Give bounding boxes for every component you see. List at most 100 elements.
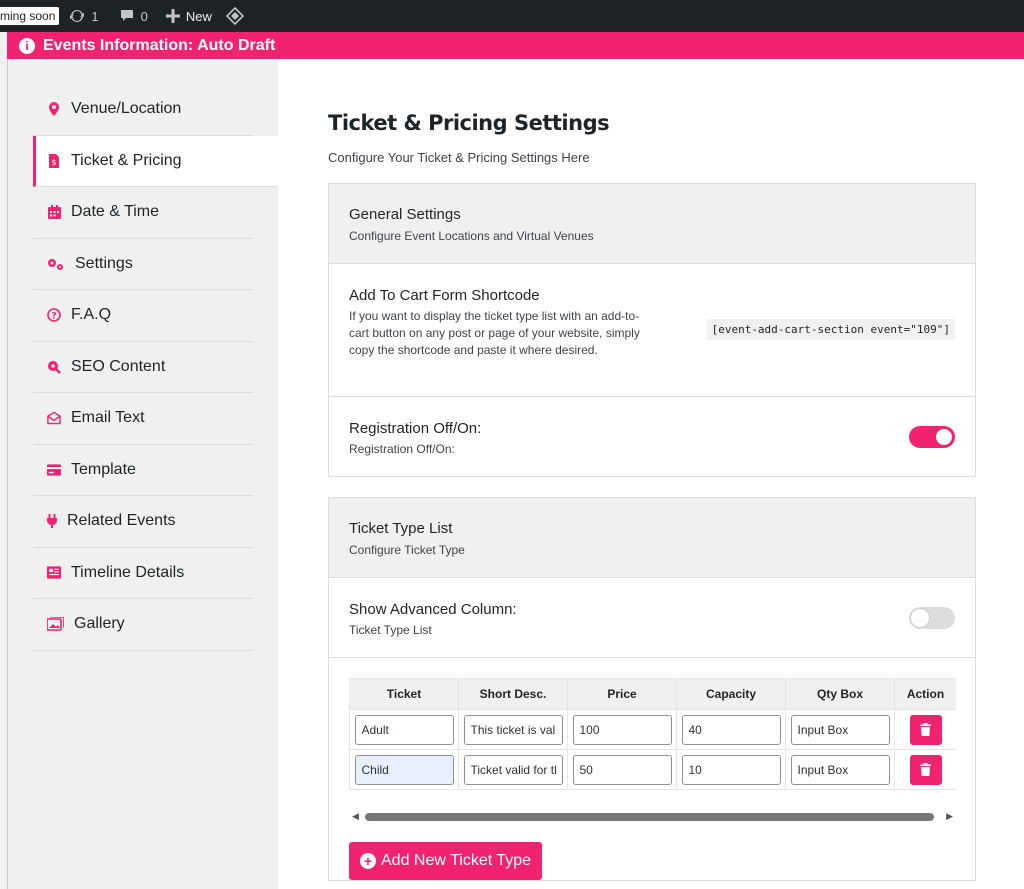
table-horizontal-scrollbar[interactable]: ◀ ▶: [349, 810, 956, 822]
registration-subtitle: Registration Off/On:: [349, 442, 455, 456]
panel-subtitle: Configure Ticket Type: [349, 543, 465, 557]
delete-row-button[interactable]: [909, 754, 942, 785]
credit-card-icon: [47, 463, 61, 477]
comments-count: 0: [140, 8, 148, 24]
column-header: Price: [567, 678, 677, 710]
calendar-icon: [47, 205, 61, 220]
ticket-type-header: Ticket Type List Configure Ticket Type: [329, 498, 975, 578]
ticket-name-input[interactable]: [354, 714, 454, 745]
settings-sidebar: Venue/Location $ Ticket & Pricing Date &…: [8, 59, 278, 889]
sidebar-item-settings[interactable]: Settings: [33, 239, 253, 290]
ticket-table-area: Ticket Short Desc. Price Capacity Qty Bo…: [329, 578, 975, 880]
sidebar-item-date-time[interactable]: Date & Time: [33, 187, 253, 239]
short-desc-input[interactable]: [463, 714, 563, 745]
sidebar-item-label: Gallery: [74, 615, 125, 633]
newspaper-icon: [47, 566, 61, 580]
shortcode-row: Add To Cart Form Shortcode If you want t…: [329, 264, 975, 397]
map-marker-icon: [47, 102, 61, 117]
column-header: Action: [894, 678, 956, 710]
column-header: Qty Box: [785, 678, 895, 710]
sidebar-item-seo[interactable]: SEO Content: [33, 342, 253, 393]
new-label: New: [185, 8, 212, 24]
scroll-left-arrow-icon[interactable]: ◀: [352, 811, 359, 822]
registration-title: Registration Off/On:: [349, 420, 482, 437]
envelope-open-icon: [47, 411, 61, 425]
add-ticket-type-button[interactable]: + Add New Ticket Type: [349, 842, 542, 880]
sidebar-item-label: SEO Content: [71, 357, 166, 375]
qty-box-input[interactable]: [790, 754, 890, 785]
sidebar-item-label: Date & Time: [71, 203, 160, 221]
sidebar-item-label: Timeline Details: [71, 563, 185, 581]
comment-icon: [120, 10, 133, 21]
sidebar-item-timeline[interactable]: Timeline Details: [33, 548, 253, 599]
sidebar-item-faq[interactable]: ? F.A.Q: [33, 290, 253, 342]
page-title: Ticket & Pricing Settings: [328, 111, 610, 135]
shortcode-description: If you want to display the ticket type l…: [349, 309, 640, 357]
sidebar-item-label: F.A.Q: [71, 306, 112, 324]
plugin-menu[interactable]: [225, 7, 250, 25]
metabox-title-bar: i Events Information: Auto Draft: [7, 32, 1024, 59]
question-circle-icon: ?: [47, 308, 61, 323]
ticket-table: Ticket Short Desc. Price Capacity Qty Bo…: [349, 678, 956, 790]
sidebar-item-label: Email Text: [71, 409, 145, 427]
scrollbar-thumb[interactable]: [365, 813, 934, 821]
short-desc-input[interactable]: [463, 754, 563, 785]
new-content-link[interactable]: New: [165, 8, 212, 24]
column-header: Capacity: [676, 678, 786, 710]
registration-row: Registration Off/On: Registration Off/On…: [329, 397, 975, 476]
plus-circle-icon: +: [360, 853, 376, 869]
shortcode-value[interactable]: [event-add-cart-section event="109"]: [706, 319, 955, 340]
coming-soon-badge[interactable]: ming soon: [0, 7, 60, 25]
gears-icon: [47, 257, 65, 271]
metabox-title: Events Information: Auto Draft: [43, 36, 276, 54]
table-header-row: Ticket Short Desc. Price Capacity Qty Bo…: [349, 678, 956, 710]
search-marker-icon: [47, 360, 61, 374]
sidebar-item-gallery[interactable]: Gallery: [33, 599, 253, 651]
ticket-table-scroll[interactable]: Ticket Short Desc. Price Capacity Qty Bo…: [349, 678, 956, 798]
updates-link[interactable]: 1: [69, 8, 99, 24]
panel-title: Ticket Type List: [349, 520, 453, 537]
scroll-right-arrow-icon[interactable]: ▶: [946, 811, 953, 822]
table-row: [349, 709, 956, 750]
info-icon: i: [19, 37, 35, 54]
sidebar-item-related-events[interactable]: Related Events: [33, 496, 253, 548]
add-ticket-type-label: Add New Ticket Type: [381, 852, 531, 869]
trash-icon: [920, 723, 931, 736]
plug-icon: [47, 514, 57, 529]
toggle-knob: [936, 429, 952, 445]
shortcode-title: Add To Cart Form Shortcode: [349, 287, 540, 304]
images-icon: [47, 617, 64, 632]
sidebar-item-label: Related Events: [67, 512, 176, 530]
diamond-icon: [225, 7, 244, 25]
table-row: [349, 749, 956, 790]
sidebar-item-ticket-pricing[interactable]: $ Ticket & Pricing: [33, 135, 278, 187]
sidebar-item-template[interactable]: Template: [33, 445, 253, 496]
price-input[interactable]: [572, 754, 672, 785]
registration-toggle[interactable]: [909, 426, 955, 448]
sidebar-item-email[interactable]: Email Text: [33, 393, 253, 445]
settings-nav: Venue/Location $ Ticket & Pricing Date &…: [33, 84, 278, 651]
delete-row-button[interactable]: [909, 714, 942, 745]
ticket-file-icon: $: [47, 153, 61, 168]
refresh-icon: [70, 9, 85, 23]
capacity-input[interactable]: [681, 754, 781, 785]
comments-link[interactable]: 0: [119, 8, 148, 24]
ticket-name-input[interactable]: [354, 754, 454, 785]
main-content-header: Ticket & Pricing Settings Configure Your…: [328, 111, 976, 165]
sidebar-item-label: Settings: [75, 254, 133, 272]
general-settings-header: General Settings Configure Event Locatio…: [329, 184, 975, 264]
updates-count: 1: [91, 8, 99, 24]
capacity-input[interactable]: [681, 714, 781, 745]
svg-text:$: $: [51, 158, 56, 167]
sidebar-item-label: Template: [71, 460, 136, 478]
price-input[interactable]: [572, 714, 672, 745]
general-settings-panel: General Settings Configure Event Locatio…: [328, 183, 976, 477]
admin-bar: ming soon 1 0 New: [0, 0, 1024, 32]
sidebar-item-label: Venue/Location: [71, 100, 182, 118]
ticket-type-panel: Ticket Type List Configure Ticket Type S…: [328, 497, 976, 881]
trash-icon: [920, 763, 931, 776]
svg-text:?: ?: [51, 312, 56, 322]
sidebar-item-venue[interactable]: Venue/Location: [33, 84, 253, 136]
qty-box-input[interactable]: [790, 714, 890, 745]
metabox-frame: Venue/Location $ Ticket & Pricing Date &…: [7, 59, 1024, 889]
